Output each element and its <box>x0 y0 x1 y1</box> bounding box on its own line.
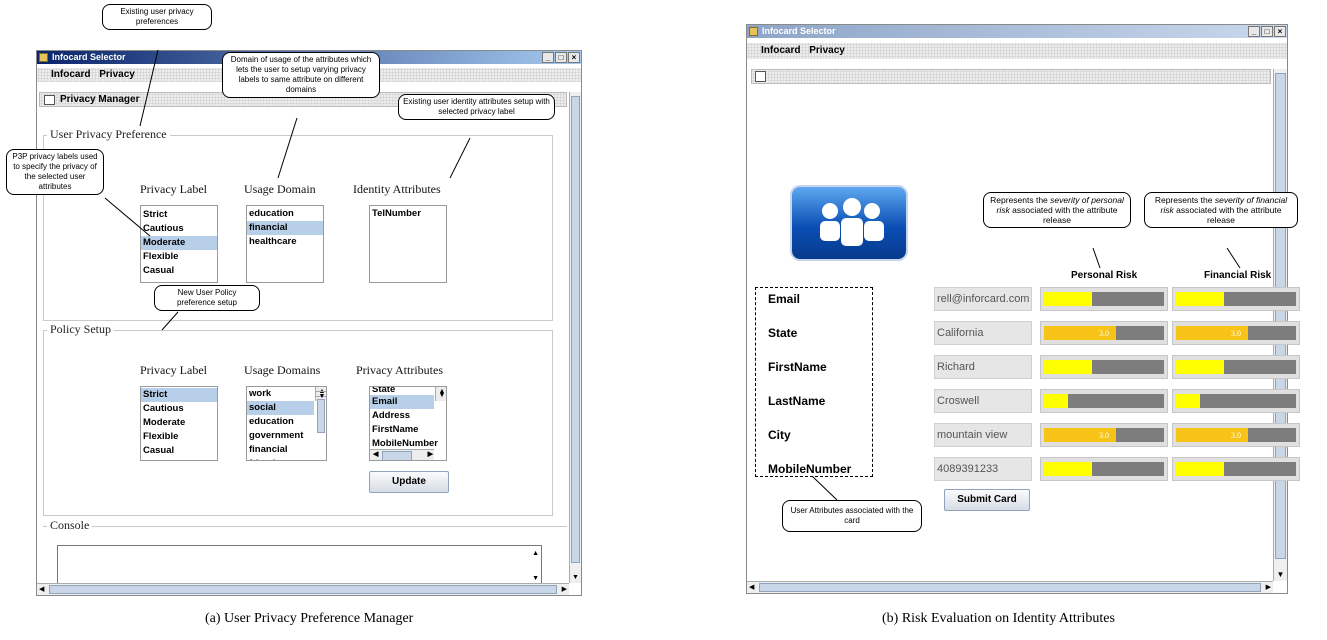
financial-risk-track <box>1176 462 1296 476</box>
scroll-down-icon[interactable]: ▼ <box>1274 570 1287 579</box>
financial-risk-value: 3.0 <box>1231 431 1241 440</box>
personal-risk-value <box>1044 292 1164 306</box>
attribute-label: Email <box>768 292 801 306</box>
personal-risk-value: 3.0 <box>1099 329 1109 338</box>
personal-risk-value: 3.0 <box>1099 431 1109 440</box>
financial-risk-track <box>1176 360 1296 374</box>
attribute-value-field[interactable]: rell@inforcard.com <box>934 287 1032 311</box>
financial-risk-track <box>1176 394 1296 408</box>
financial-risk-bar <box>1172 287 1300 311</box>
personal-risk-track <box>1044 394 1164 408</box>
personal-risk-track <box>1044 360 1164 374</box>
financial-risk-value <box>1176 394 1296 408</box>
financial-risk-track: 3.0 <box>1176 326 1296 340</box>
submit-card-button[interactable]: Submit Card <box>944 489 1030 511</box>
scroll-left-icon[interactable]: ◀ <box>749 583 754 591</box>
financial-risk-track: 3.0 <box>1176 428 1296 442</box>
callout-existing-preferences: Existing user privacy preferences <box>102 4 212 30</box>
personal-risk-bar: 3.0 <box>1040 423 1168 447</box>
personal-risk-header: Personal Risk <box>1071 270 1138 281</box>
attribute-value-field[interactable]: Richard <box>934 355 1032 379</box>
personal-risk-bar: 3.0 <box>1040 321 1168 345</box>
personal-risk-bar <box>1040 355 1168 379</box>
financial-risk-value <box>1176 360 1296 374</box>
callout-text: Represents the <box>990 195 1051 205</box>
financial-risk-bar <box>1172 457 1300 481</box>
financial-risk-track <box>1176 292 1296 306</box>
financial-risk-bar <box>1172 355 1300 379</box>
caption-b: (b) Risk Evaluation on Identity Attribut… <box>882 611 1115 626</box>
attribute-label: MobileNumber <box>768 462 852 476</box>
callout-user-attributes: User Attributes associated with the card <box>782 500 922 532</box>
financial-risk-bar: 3.0 <box>1172 423 1300 447</box>
callout-p3p-labels: P3P privacy labels used to specify the p… <box>6 149 104 195</box>
callout-financial-risk: Represents the severity of financial ris… <box>1144 192 1298 228</box>
personal-risk-value <box>1044 394 1164 408</box>
attribute-label: City <box>768 428 791 442</box>
attribute-labels-box <box>755 287 873 477</box>
window-horizontal-scrollbar[interactable]: ◀ ▶ <box>747 581 1273 593</box>
attribute-label: State <box>768 326 798 340</box>
financial-risk-header: Financial Risk <box>1204 270 1272 281</box>
attribute-value-field[interactable]: California <box>934 321 1032 345</box>
personal-risk-track: 3.0 <box>1044 326 1164 340</box>
personal-risk-bar <box>1040 389 1168 413</box>
callout-text: associated with the attribute release <box>1173 205 1282 225</box>
attribute-value-field[interactable]: mountain view <box>934 423 1032 447</box>
callout-text: associated with the attribute release <box>1009 205 1118 225</box>
personal-risk-bar <box>1040 457 1168 481</box>
callout-domain-usage: Domain of usage of the attributes which … <box>222 52 380 98</box>
attribute-label: FirstName <box>768 360 827 374</box>
callout-existing-identity: Existing user identity attributes setup … <box>398 94 555 120</box>
callout-new-policy: New User Policy preference setup <box>154 285 260 311</box>
personal-risk-value <box>1044 360 1164 374</box>
financial-risk-value: 3.0 <box>1231 329 1241 338</box>
scroll-right-icon[interactable]: ▶ <box>1266 583 1271 591</box>
financial-risk-bar: 3.0 <box>1172 321 1300 345</box>
personal-risk-track <box>1044 462 1164 476</box>
callout-personal-risk: Represents the severity of personal risk… <box>983 192 1131 228</box>
attribute-value-field[interactable]: Croswell <box>934 389 1032 413</box>
financial-risk-value <box>1176 462 1296 476</box>
attribute-value-field[interactable]: 4089391233 <box>934 457 1032 481</box>
scroll-thumb[interactable] <box>759 583 1261 592</box>
callout-text: Represents the <box>1154 195 1215 205</box>
caption-a: (a) User Privacy Preference Manager <box>205 611 414 626</box>
personal-risk-bar <box>1040 287 1168 311</box>
personal-risk-track <box>1044 292 1164 306</box>
personal-risk-value <box>1044 462 1164 476</box>
attribute-label: LastName <box>768 394 826 408</box>
personal-risk-track: 3.0 <box>1044 428 1164 442</box>
financial-risk-bar <box>1172 389 1300 413</box>
financial-risk-value <box>1176 292 1296 306</box>
